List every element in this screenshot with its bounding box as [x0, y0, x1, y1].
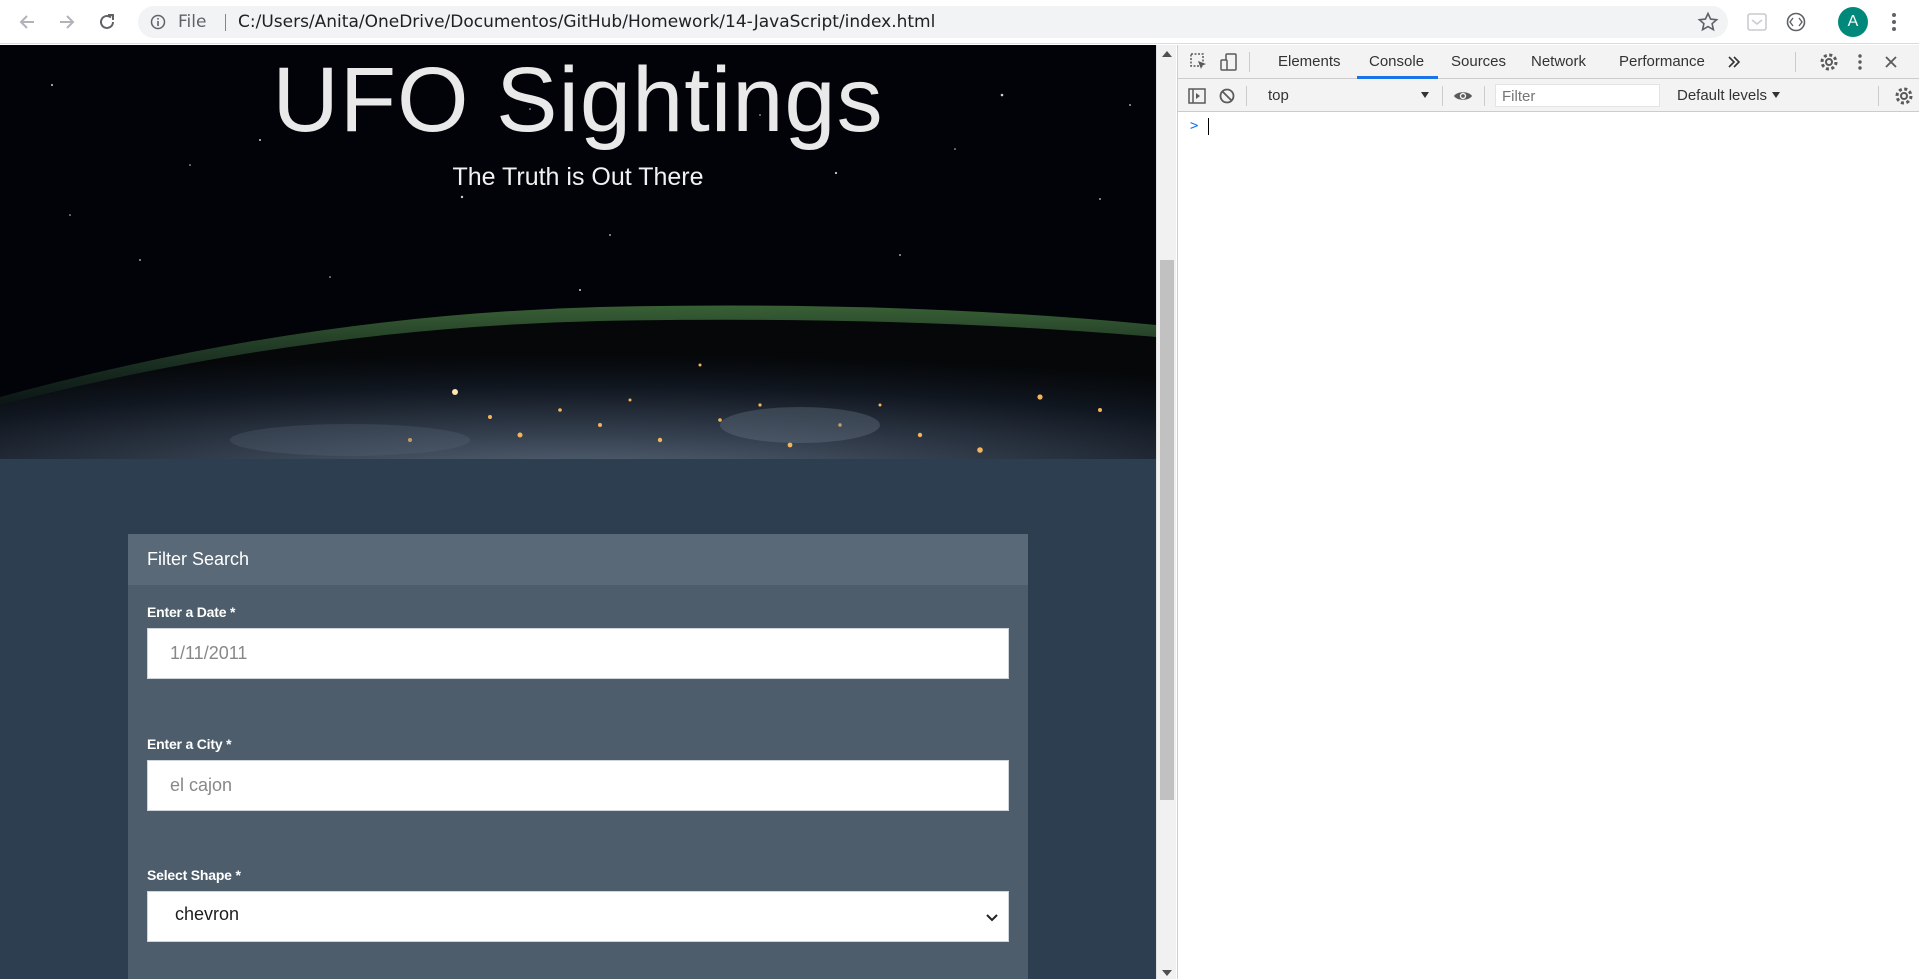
- url-text[interactable]: C:/Users/Anita/OneDrive/Documentos/GitHu…: [226, 12, 935, 32]
- device-toolbar-icon[interactable]: [1219, 52, 1239, 72]
- chevron-down-icon: [986, 914, 998, 922]
- more-tabs-icon[interactable]: [1724, 52, 1744, 72]
- sidebar-toggle-icon[interactable]: [1187, 86, 1207, 106]
- live-expression-eye-icon[interactable]: [1453, 86, 1473, 106]
- page-subtitle: The Truth is Out There: [452, 163, 704, 191]
- address-bar[interactable]: File C:/Users/Anita/OneDrive/Documentos/…: [138, 6, 1728, 38]
- console-prompt-icon: >: [1190, 118, 1199, 134]
- scroll-thumb[interactable]: [1160, 260, 1174, 800]
- devtools-menu-icon[interactable]: [1850, 52, 1870, 72]
- tab-console[interactable]: Console: [1369, 53, 1424, 70]
- toolbar-separator: [1442, 86, 1443, 106]
- log-levels-caret-icon[interactable]: [1772, 92, 1780, 98]
- browser-toolbar: File C:/Users/Anita/OneDrive/Documentos/…: [0, 0, 1919, 44]
- console-toolbar: top Default levels: [1178, 79, 1919, 112]
- date-label: Enter a Date *: [147, 604, 236, 620]
- console-input[interactable]: [1208, 118, 1209, 135]
- devtools-tabbar: Elements Console Sources Network Perform…: [1178, 45, 1919, 79]
- console-filter-input[interactable]: [1495, 84, 1660, 107]
- date-input[interactable]: [147, 628, 1009, 679]
- content-area: Filter Search Enter a Date * Enter a Cit…: [0, 459, 1156, 979]
- console-settings-gear-icon[interactable]: [1894, 86, 1914, 106]
- log-levels-dropdown[interactable]: Default levels: [1677, 87, 1767, 104]
- scroll-down-arrow-icon[interactable]: [1162, 970, 1172, 976]
- shape-label: Select Shape *: [147, 867, 241, 883]
- page-scrollbar[interactable]: [1156, 45, 1176, 979]
- tab-separator: [1249, 52, 1250, 72]
- url-scheme: File: [178, 12, 207, 32]
- close-icon[interactable]: [1881, 52, 1901, 72]
- tab-performance[interactable]: Performance: [1619, 53, 1705, 70]
- tab-elements[interactable]: Elements: [1278, 53, 1341, 70]
- shape-select-value: chevron: [175, 904, 240, 924]
- context-selector[interactable]: top: [1268, 87, 1289, 104]
- tab-sources[interactable]: Sources: [1451, 53, 1506, 70]
- info-icon[interactable]: [150, 14, 166, 30]
- filter-panel: Filter Search Enter a Date * Enter a Cit…: [128, 534, 1028, 979]
- settings-gear-icon[interactable]: [1819, 52, 1839, 72]
- toolbar-separator: [1484, 86, 1485, 106]
- shape-select[interactable]: chevron: [147, 891, 1009, 942]
- page-title: UFO Sightings: [272, 49, 884, 151]
- filter-panel-heading: Filter Search: [128, 534, 1028, 585]
- forward-icon[interactable]: [54, 9, 80, 35]
- extension-icon[interactable]: [1746, 11, 1768, 33]
- city-label: Enter a City *: [147, 736, 232, 752]
- tab-network[interactable]: Network: [1531, 53, 1586, 70]
- star-icon[interactable]: [1697, 11, 1719, 33]
- profile-avatar[interactable]: A: [1838, 7, 1868, 37]
- tab-separator: [1795, 52, 1796, 72]
- reload-icon[interactable]: [94, 9, 120, 35]
- hero-banner: UFO Sightings The Truth is Out There: [0, 45, 1156, 459]
- devtools-extension-icon[interactable]: [1785, 11, 1807, 33]
- toolbar-separator: [1246, 86, 1247, 106]
- city-input[interactable]: [147, 760, 1009, 811]
- inspect-element-icon[interactable]: [1189, 52, 1209, 72]
- page-viewport: UFO Sightings The Truth is Out There Fil…: [0, 45, 1156, 979]
- more-menu-icon[interactable]: [1884, 9, 1904, 35]
- devtools-panel: Elements Console Sources Network Perform…: [1177, 45, 1919, 979]
- back-icon[interactable]: [14, 9, 40, 35]
- toolbar-separator: [1878, 86, 1879, 106]
- clear-console-icon[interactable]: [1217, 86, 1237, 106]
- scroll-up-arrow-icon[interactable]: [1162, 51, 1172, 57]
- context-dropdown-icon[interactable]: [1421, 92, 1429, 98]
